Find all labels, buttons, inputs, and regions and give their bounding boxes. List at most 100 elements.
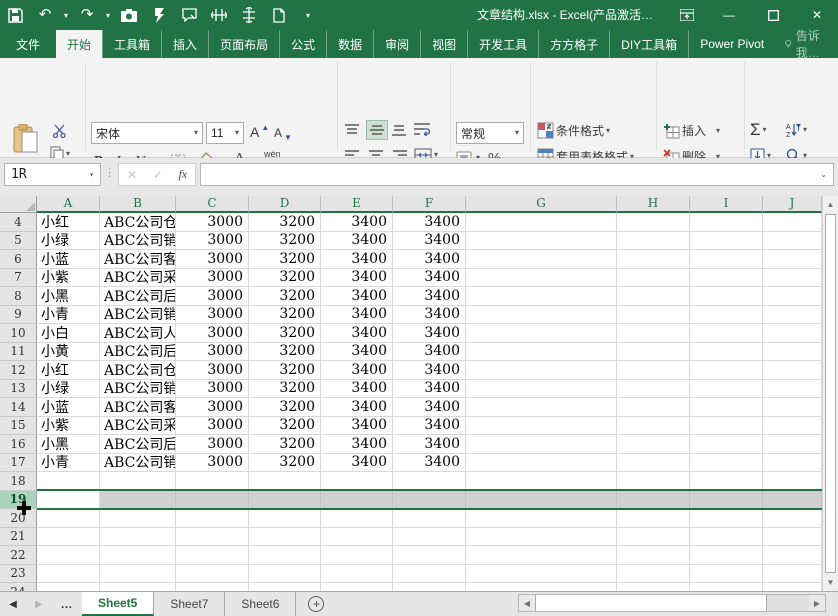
vertical-scrollbar[interactable]: ▲ ▼ xyxy=(822,196,838,591)
cell-J20[interactable] xyxy=(763,509,822,528)
cell-E6[interactable]: 3400 xyxy=(321,250,393,269)
cell-H12[interactable] xyxy=(617,361,690,380)
row-header-15[interactable]: 15 xyxy=(0,417,37,436)
cell-G19[interactable] xyxy=(466,491,617,510)
formula-input[interactable]: ⌄ xyxy=(200,163,834,186)
sheet-tab-Sheet5[interactable]: Sheet5 xyxy=(82,592,154,616)
undo-icon[interactable]: ↶ xyxy=(30,0,60,30)
cell-I18[interactable] xyxy=(690,472,763,491)
cell-H24[interactable] xyxy=(617,583,690,591)
cell-H20[interactable] xyxy=(617,509,690,528)
cell-E5[interactable]: 3400 xyxy=(321,232,393,251)
cell-A19[interactable] xyxy=(37,491,100,510)
cell-A12[interactable]: 小红 xyxy=(37,361,100,380)
cell-F19[interactable] xyxy=(393,491,466,510)
cell-C18[interactable] xyxy=(176,472,249,491)
row-header-7[interactable]: 7 xyxy=(0,269,37,288)
minimize-icon[interactable]: — xyxy=(708,0,750,30)
cell-B11[interactable]: ABC公司后 xyxy=(100,343,176,362)
ribbon-tab-插入[interactable]: 插入 xyxy=(161,30,208,58)
cell-B17[interactable]: ABC公司销 xyxy=(100,454,176,473)
cell-B9[interactable]: ABC公司销 xyxy=(100,306,176,325)
cell-F6[interactable]: 3400 xyxy=(393,250,466,269)
ribbon-tab-工具箱[interactable]: 工具箱 xyxy=(102,30,161,58)
cell-F12[interactable]: 3400 xyxy=(393,361,466,380)
row-header-16[interactable]: 16 xyxy=(0,435,37,454)
cell-H5[interactable] xyxy=(617,232,690,251)
cell-F5[interactable]: 3400 xyxy=(393,232,466,251)
cell-C10[interactable]: 3000 xyxy=(176,324,249,343)
cell-H4[interactable] xyxy=(617,213,690,232)
enter-icon[interactable]: ✓ xyxy=(153,168,163,182)
row-header-23[interactable]: 23 xyxy=(0,565,37,584)
cell-D11[interactable]: 3200 xyxy=(249,343,321,362)
cell-J6[interactable] xyxy=(763,250,822,269)
font-name-select[interactable]: 宋体▾ xyxy=(91,122,203,144)
cell-G12[interactable] xyxy=(466,361,617,380)
formula-bar-splitter[interactable]: ⋮ xyxy=(104,166,115,179)
cell-C14[interactable]: 3000 xyxy=(176,398,249,417)
cell-J9[interactable] xyxy=(763,306,822,325)
cell-J23[interactable] xyxy=(763,565,822,584)
cell-J4[interactable] xyxy=(763,213,822,232)
cell-D24[interactable] xyxy=(249,583,321,591)
cell-F8[interactable]: 3400 xyxy=(393,287,466,306)
cell-A4[interactable]: 小红 xyxy=(37,213,100,232)
cell-C7[interactable]: 3000 xyxy=(176,269,249,288)
cell-C20[interactable] xyxy=(176,509,249,528)
cell-C13[interactable]: 3000 xyxy=(176,380,249,399)
cell-B21[interactable] xyxy=(100,528,176,547)
cell-D17[interactable]: 3200 xyxy=(249,454,321,473)
cell-F7[interactable]: 3400 xyxy=(393,269,466,288)
cell-A11[interactable]: 小黄 xyxy=(37,343,100,362)
cell-D7[interactable]: 3200 xyxy=(249,269,321,288)
cell-G10[interactable] xyxy=(466,324,617,343)
cell-I9[interactable] xyxy=(690,306,763,325)
cell-A7[interactable]: 小紫 xyxy=(37,269,100,288)
ribbon-tab-方方格子[interactable]: 方方格子 xyxy=(538,30,609,58)
cell-F16[interactable]: 3400 xyxy=(393,435,466,454)
cell-A9[interactable]: 小青 xyxy=(37,306,100,325)
cell-G5[interactable] xyxy=(466,232,617,251)
cell-I22[interactable] xyxy=(690,546,763,565)
wrap-text-button[interactable] xyxy=(414,122,430,136)
ribbon-tab-公式[interactable]: 公式 xyxy=(279,30,326,58)
cell-E20[interactable] xyxy=(321,509,393,528)
cell-I6[interactable] xyxy=(690,250,763,269)
ribbon-tab-视图[interactable]: 视图 xyxy=(420,30,467,58)
cell-G13[interactable] xyxy=(466,380,617,399)
comment-icon[interactable] xyxy=(174,0,204,30)
ribbon-tab-数据[interactable]: 数据 xyxy=(326,30,373,58)
row-header-5[interactable]: 5 xyxy=(0,232,37,251)
cell-F23[interactable] xyxy=(393,565,466,584)
ribbon-tab-审阅[interactable]: 审阅 xyxy=(373,30,420,58)
number-format-select[interactable]: 常规▾ xyxy=(456,122,524,144)
cell-F13[interactable]: 3400 xyxy=(393,380,466,399)
cell-D15[interactable]: 3200 xyxy=(249,417,321,436)
cell-G11[interactable] xyxy=(466,343,617,362)
cell-I11[interactable] xyxy=(690,343,763,362)
cell-F15[interactable]: 3400 xyxy=(393,417,466,436)
cell-G17[interactable] xyxy=(466,454,617,473)
camera-icon[interactable] xyxy=(114,0,144,30)
cell-A13[interactable]: 小绿 xyxy=(37,380,100,399)
column-header-G[interactable]: G xyxy=(466,196,617,213)
cell-C6[interactable]: 3000 xyxy=(176,250,249,269)
cell-H15[interactable] xyxy=(617,417,690,436)
cell-C15[interactable]: 3000 xyxy=(176,417,249,436)
cell-D23[interactable] xyxy=(249,565,321,584)
cell-C11[interactable]: 3000 xyxy=(176,343,249,362)
column-header-F[interactable]: F xyxy=(393,196,466,213)
cell-D13[interactable]: 3200 xyxy=(249,380,321,399)
row-header-13[interactable]: 13 xyxy=(0,380,37,399)
column-header-I[interactable]: I xyxy=(690,196,763,213)
cell-D12[interactable]: 3200 xyxy=(249,361,321,380)
cell-C21[interactable] xyxy=(176,528,249,547)
align-middle-button[interactable] xyxy=(366,120,388,140)
cell-F24[interactable] xyxy=(393,583,466,591)
cell-D22[interactable] xyxy=(249,546,321,565)
cell-H18[interactable] xyxy=(617,472,690,491)
ribbon-tab-DIY工具箱[interactable]: DIY工具箱 xyxy=(609,30,688,58)
sheet-nav-next-icon[interactable]: ▶ xyxy=(26,592,52,616)
ribbon-tab-页面布局[interactable]: 页面布局 xyxy=(208,30,279,58)
